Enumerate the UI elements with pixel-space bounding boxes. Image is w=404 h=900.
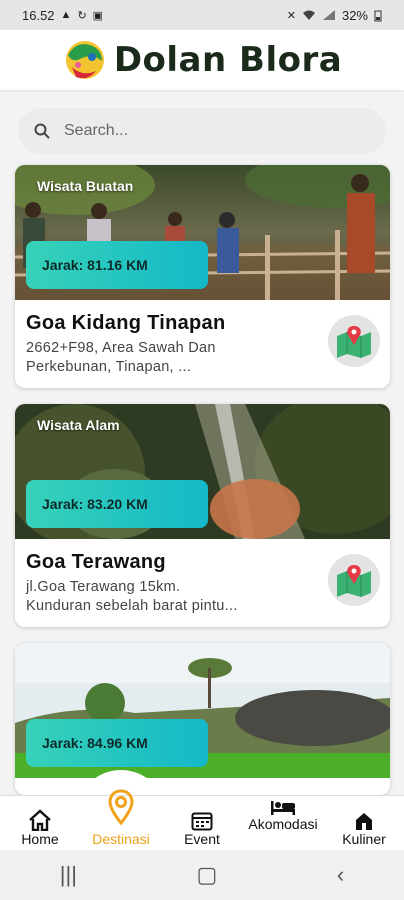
card-body: Goa Terawang jl.Goa Terawang 15km. Kundu… [15, 539, 390, 627]
calendar-icon [191, 812, 213, 831]
nav-kuliner-label: Kuliner [342, 831, 386, 847]
nav-akomodasi-label: Akomodasi [248, 816, 318, 832]
open-map-button[interactable] [328, 315, 380, 367]
bottom-nav: Home Destinasi Event Akomodasi Kuliner [0, 795, 404, 850]
image-icon: ▣ [92, 9, 104, 22]
address-line: jl.Goa Terawang 15km. [26, 579, 181, 595]
category-label: Wisata Alam [37, 417, 120, 433]
category-label: Wisata Buatan [37, 178, 134, 194]
home-icon [29, 809, 51, 831]
nav-event-label: Event [184, 831, 220, 847]
destination-photo: Jarak: 84.96 KM [15, 643, 390, 778]
back-button[interactable]: ‹ [337, 862, 344, 888]
battery-text: 32% [341, 7, 368, 23]
destination-card[interactable]: Jarak: 84.96 KM [15, 643, 390, 795]
nav-akomodasi[interactable]: Akomodasi [240, 796, 326, 851]
nav-event[interactable]: Event [176, 796, 228, 851]
system-nav-bar: ||| ▢ ‹ [0, 850, 404, 900]
recent-apps-button[interactable]: ||| [60, 862, 77, 888]
nav-kuliner[interactable]: Kuliner [334, 796, 394, 851]
destination-title: Goa Kidang Tinapan [26, 312, 226, 334]
distance-badge: Jarak: 81.16 KM [26, 241, 208, 289]
destination-photo: Wisata Alam Jarak: 83.20 KM [15, 404, 390, 539]
search-input[interactable] [64, 122, 354, 140]
card-body: Goa Kidang Tinapan 2662+F98, Area Sawah … [15, 300, 390, 388]
destination-card[interactable]: Wisata Buatan Jarak: 81.16 KM Goa Kidang… [15, 165, 390, 388]
wifi-icon [302, 10, 315, 20]
destination-title: Goa Terawang [26, 551, 166, 573]
destination-address: jl.Goa Terawang 15km. Kunduran sebelah b… [26, 578, 316, 616]
nav-home[interactable]: Home [12, 796, 68, 851]
address-line: Perkebunan, Tinapan, ... [26, 359, 192, 375]
nav-destinasi-label: Destinasi [92, 831, 150, 847]
distance-badge: Jarak: 84.96 KM [26, 719, 208, 767]
status-right: ✕ 32% [287, 8, 382, 23]
search-bar[interactable] [18, 108, 386, 154]
address-line: Kunduran sebelah barat pintu... [26, 598, 238, 614]
open-map-button[interactable] [328, 554, 380, 606]
distance-badge: Jarak: 83.20 KM [26, 480, 208, 528]
battery-icon [374, 10, 382, 21]
status-left: 16.52 ▲ ↻ ▣ [22, 8, 103, 23]
signal-icon [322, 10, 335, 20]
mute-icon: ✕ [286, 9, 296, 22]
status-time: 16.52 [22, 7, 55, 23]
status-bar: 16.52 ▲ ↻ ▣ ✕ 32% [0, 0, 404, 30]
address-line: 2662+F98, Area Sawah Dan [26, 340, 216, 356]
sync-icon: ↻ [77, 9, 87, 22]
nav-home-label: Home [21, 831, 59, 847]
app-header: Dolan Blora [0, 30, 404, 90]
map-pin-icon [337, 326, 371, 358]
warning-icon: ▲ [60, 9, 72, 21]
bed-icon [271, 801, 295, 815]
home-button[interactable]: ▢ [197, 862, 218, 888]
destination-address: 2662+F98, Area Sawah Dan Perkebunan, Tin… [26, 339, 316, 377]
search-icon [34, 123, 50, 139]
app-title: Dolan Blora [113, 40, 343, 80]
restaurant-icon [356, 813, 372, 830]
map-pin-icon [337, 565, 371, 597]
destination-photo: Wisata Buatan Jarak: 81.16 KM [15, 165, 390, 300]
destination-card[interactable]: Wisata Alam Jarak: 83.20 KM Goa Terawang… [15, 404, 390, 627]
logo-icon [65, 41, 104, 79]
location-pin-icon [108, 789, 134, 825]
